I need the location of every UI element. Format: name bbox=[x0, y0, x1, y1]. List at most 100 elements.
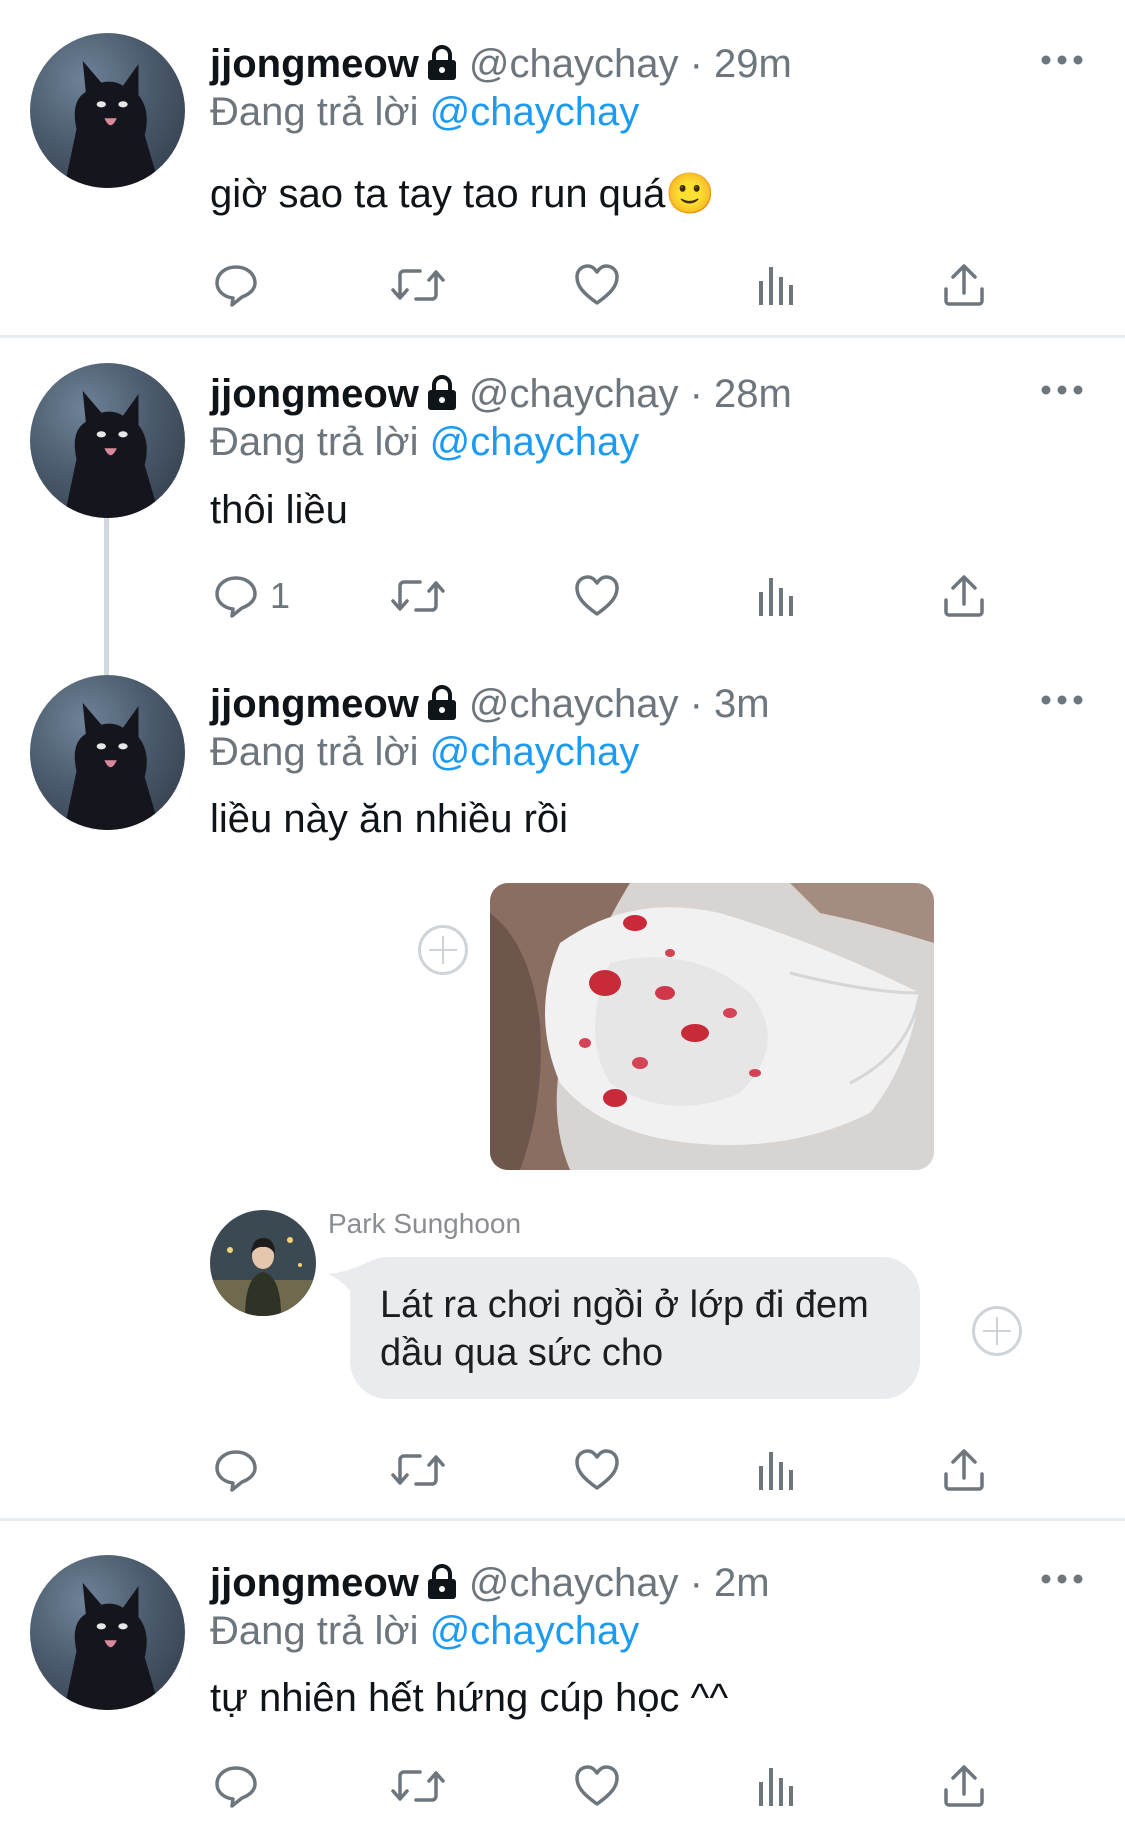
share-icon bbox=[944, 1765, 984, 1807]
avatar[interactable] bbox=[30, 675, 185, 830]
more-icon[interactable] bbox=[1040, 380, 1084, 400]
reply-button[interactable] bbox=[212, 1756, 270, 1816]
avatar[interactable] bbox=[30, 33, 185, 188]
more-icon[interactable] bbox=[1040, 1569, 1084, 1589]
reply-mention-link[interactable]: @chaychay bbox=[430, 420, 640, 464]
share-icon bbox=[944, 1449, 984, 1491]
reply-icon bbox=[215, 265, 257, 307]
add-reaction-icon[interactable] bbox=[972, 1306, 1022, 1356]
retweet-icon bbox=[391, 580, 445, 612]
handle-and-time[interactable]: @chaychay · 28m bbox=[469, 372, 792, 416]
reply-mention-link[interactable]: @chaychay bbox=[430, 1609, 640, 1653]
handle-and-time[interactable]: @chaychay · 29m bbox=[469, 42, 792, 86]
reply-prefix: Đang trả lời bbox=[210, 420, 419, 464]
share-button[interactable] bbox=[940, 255, 988, 315]
analytics-button[interactable] bbox=[757, 255, 797, 315]
share-button[interactable] bbox=[940, 566, 988, 626]
like-button[interactable] bbox=[573, 255, 621, 315]
reply-count: 1 bbox=[270, 575, 291, 616]
add-reaction-icon[interactable] bbox=[418, 925, 468, 975]
like-icon bbox=[575, 264, 619, 305]
reply-mention-link[interactable]: @chaychay bbox=[430, 90, 640, 134]
reply-prefix: Đang trả lời bbox=[210, 90, 419, 134]
like-button[interactable] bbox=[573, 1756, 621, 1816]
like-icon bbox=[575, 575, 619, 616]
retweet-button[interactable] bbox=[390, 1756, 446, 1816]
tweet-text: tự nhiên hết hứng cúp học ^^ bbox=[210, 1676, 729, 1720]
chat-avatar bbox=[210, 1210, 316, 1316]
tweet-divider bbox=[0, 335, 1125, 338]
reply-button[interactable] bbox=[212, 1440, 270, 1500]
more-icon[interactable] bbox=[1040, 50, 1084, 70]
display-name[interactable]: jjongmeow bbox=[210, 1561, 419, 1605]
tissue-photo-image bbox=[490, 883, 934, 1170]
handle-and-time[interactable]: @chaychay · 2m bbox=[469, 1561, 770, 1605]
reply-button[interactable] bbox=[212, 255, 270, 315]
tweet-photo[interactable] bbox=[490, 883, 934, 1170]
reply-prefix: Đang trả lời bbox=[210, 730, 419, 774]
like-button[interactable] bbox=[573, 566, 621, 626]
lock-icon bbox=[425, 1563, 459, 1611]
like-icon bbox=[575, 1449, 619, 1490]
tweet-text: thôi liều bbox=[210, 488, 348, 532]
cat-avatar-icon bbox=[64, 60, 161, 188]
analytics-button[interactable] bbox=[757, 566, 797, 626]
analytics-button[interactable] bbox=[757, 1756, 797, 1816]
person-avatar-image bbox=[210, 1210, 316, 1316]
like-icon bbox=[575, 1765, 619, 1806]
chat-message-line-1: Lát ra chơi ngồi ở lớp đi đem bbox=[380, 1284, 869, 1326]
avatar[interactable] bbox=[30, 363, 185, 518]
retweet-button[interactable] bbox=[390, 255, 446, 315]
share-button[interactable] bbox=[940, 1440, 988, 1500]
reply-prefix: Đang trả lời bbox=[210, 1609, 419, 1653]
reply-button[interactable]: 1 bbox=[212, 566, 290, 626]
reply-icon bbox=[215, 1450, 257, 1492]
avatar[interactable] bbox=[30, 1555, 185, 1710]
display-name[interactable]: jjongmeow bbox=[210, 42, 419, 86]
tweet-actions: 1 bbox=[0, 566, 1125, 626]
retweet-icon bbox=[391, 1454, 445, 1486]
replying-to: Đang trả lời @chaychay bbox=[210, 728, 639, 776]
reply-icon bbox=[215, 1766, 257, 1808]
tweet-1[interactable]: jjongmeow @chaychay · 29m Đang trả lời @c… bbox=[0, 0, 1125, 335]
replying-to: Đang trả lời @chaychay bbox=[210, 88, 639, 136]
tweet-4[interactable]: jjongmeow @chaychay · 2m Đang trả lời @ch… bbox=[0, 1521, 1125, 1835]
analytics-button[interactable] bbox=[757, 1440, 797, 1500]
analytics-icon bbox=[759, 578, 793, 616]
tweet-actions bbox=[0, 1756, 1125, 1816]
share-icon bbox=[944, 575, 984, 617]
analytics-icon bbox=[759, 267, 793, 305]
reply-mention-link[interactable]: @chaychay bbox=[430, 730, 640, 774]
lock-icon bbox=[425, 684, 459, 732]
tweet-header: jjongmeow @chaychay · 29m bbox=[210, 40, 792, 92]
tweet-actions bbox=[0, 1440, 1125, 1500]
cat-avatar-icon bbox=[64, 390, 161, 518]
retweet-button[interactable] bbox=[390, 566, 446, 626]
display-name[interactable]: jjongmeow bbox=[210, 682, 419, 726]
tweet-header: jjongmeow @chaychay · 28m bbox=[210, 370, 792, 422]
retweet-button[interactable] bbox=[390, 1440, 446, 1500]
analytics-icon bbox=[759, 1768, 793, 1806]
tweet-2[interactable]: jjongmeow @chaychay · 28m Đang trả lời @c… bbox=[0, 340, 1125, 670]
retweet-icon bbox=[391, 1770, 445, 1802]
chat-sender-name: Park Sunghoon bbox=[328, 1208, 522, 1239]
share-button[interactable] bbox=[940, 1756, 988, 1816]
display-name[interactable]: jjongmeow bbox=[210, 372, 419, 416]
tweet-text: giờ sao ta tay tao run quá🙂 bbox=[210, 172, 716, 216]
like-button[interactable] bbox=[573, 1440, 621, 1500]
more-icon[interactable] bbox=[1040, 690, 1084, 710]
replying-to: Đang trả lời @chaychay bbox=[210, 418, 639, 466]
share-icon bbox=[944, 264, 984, 306]
tweet-header: jjongmeow @chaychay · 2m bbox=[210, 1559, 770, 1611]
reply-icon bbox=[215, 576, 257, 618]
replying-to: Đang trả lời @chaychay bbox=[210, 1607, 639, 1655]
tweet-actions bbox=[0, 255, 1125, 315]
tweet-text: liều này ăn nhiều rồi bbox=[210, 797, 569, 841]
handle-and-time[interactable]: @chaychay · 3m bbox=[469, 682, 770, 726]
cat-avatar-icon bbox=[64, 1582, 161, 1710]
cat-avatar-icon bbox=[64, 702, 161, 830]
tweet-header: jjongmeow @chaychay · 3m bbox=[210, 680, 770, 732]
chat-message-line-2: dầu qua sức cho bbox=[380, 1332, 664, 1374]
lock-icon bbox=[425, 374, 459, 422]
chat-bubble: Lát ra chơi ngồi ở lớp đi đem dầu qua sứ… bbox=[350, 1257, 920, 1399]
